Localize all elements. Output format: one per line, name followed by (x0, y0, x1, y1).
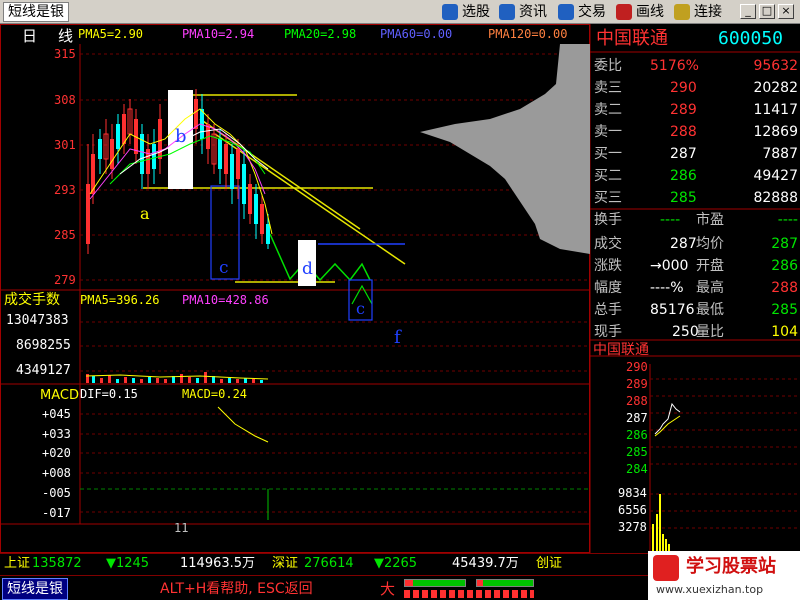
volume-tick: 4349127 (16, 363, 71, 378)
ask-row: 卖一 288 12869 (594, 124, 798, 140)
stat-row: 现手 250 量比 104 (594, 324, 798, 340)
minimize-button[interactable]: _ (740, 4, 756, 19)
watermark-title: 学习股票站 (686, 556, 776, 577)
price-tick: 293 (54, 183, 76, 197)
ask-row: 卖三 290 20282 (594, 80, 798, 96)
ma120-label: PMA120=0.00 (488, 27, 568, 41)
volume-tick: 8698255 (16, 338, 71, 353)
title-bar: 短线是银 选股 资讯 交易 画线 连接 _ □ × (0, 0, 800, 24)
wei-bi-row: 委比 5176% 95632 (594, 58, 798, 74)
market-breadth-bar (404, 590, 534, 598)
sz-index-change: ▼2265 (374, 556, 418, 571)
draw-line-icon (616, 4, 632, 20)
macd-dif-label: DIF=0.15 (80, 387, 138, 401)
help-hint: ALT+H看帮助, ESC返回 (160, 581, 313, 597)
ma60-label: PMA60=0.00 (380, 27, 453, 41)
news-icon (499, 4, 515, 20)
toolbar-connect-button[interactable]: 连接 (672, 2, 726, 22)
annotation-b: b (175, 126, 187, 147)
quote-stats: 换手 ---- 市盈 ---- 成交 287 均价 287 涨跌 →000 开盘… (590, 210, 800, 340)
stat-row: 幅度 ----% 最高 288 (594, 280, 798, 296)
connect-icon (674, 4, 690, 20)
sz-index-label[interactable]: 深证 (272, 554, 298, 574)
sh-index-change: ▼1245 (106, 556, 150, 571)
toolbar-select-stock-button[interactable]: 选股 (440, 2, 494, 22)
ma20-label: PMA20=2.98 (284, 27, 357, 41)
stock-code: 600050 (718, 28, 784, 49)
bid-row: 买二 286 49427 (594, 168, 798, 184)
mini-vol-tick: 9834 (618, 486, 647, 500)
annotation-d: d (302, 259, 313, 279)
market-big-label: 大 (380, 580, 396, 598)
toolbar-news-button[interactable]: 资讯 (497, 2, 551, 22)
annotation-c2: c (356, 299, 365, 318)
watermark-url: www.xuexizhan.top (656, 583, 764, 596)
sz-amount: 45439.7万 (452, 556, 519, 571)
order-book: 委比 5176% 95632 卖三 290 20282 卖二 289 11417… (590, 56, 800, 216)
mini-price-tick: 284 (626, 462, 648, 476)
annotation-f: f (394, 327, 401, 348)
toolbar-trade-button[interactable]: 交易 (556, 2, 610, 22)
sz-index-value: 276614 (304, 556, 354, 571)
stat-row: 换手 ---- 市盈 ---- (594, 212, 798, 228)
select-stock-icon (442, 4, 458, 20)
annotation-c: c (219, 258, 229, 278)
macd-tick: -005 (42, 486, 71, 500)
volume-ma10-label: PMA10=428.86 (182, 293, 269, 307)
maximize-button[interactable]: □ (759, 4, 775, 19)
period-label: 日 (22, 27, 38, 45)
toolbar-draw-line-button[interactable]: 画线 (614, 2, 668, 22)
market-strength-bar (404, 579, 466, 587)
price-tick: 315 (54, 47, 76, 61)
watermark-badge: 学习股票站 www.xuexizhan.top (648, 551, 800, 600)
mini-chart-title: 中国联通 (593, 342, 649, 358)
watermark-logo-icon (653, 555, 679, 581)
sh-index-label[interactable]: 上证 (4, 554, 30, 574)
bid-row: 买三 285 82888 (594, 190, 798, 206)
price-tick: 279 (54, 273, 76, 287)
annotation-a: a (140, 204, 150, 223)
stat-row: 成交 287 均价 287 (594, 236, 798, 252)
price-tick: 308 (54, 93, 76, 107)
period-label-2: 线 (58, 27, 74, 45)
mini-price-tick: 285 (626, 445, 648, 459)
macd-tick: +008 (42, 466, 71, 480)
bottom-app-label[interactable]: 短线是银 (2, 578, 68, 600)
trade-icon (558, 4, 574, 20)
volume-ma5-label: PMA5=396.26 (80, 293, 160, 307)
stat-row: 总手 85176 最低 285 (594, 302, 798, 318)
app-title: 短线是银 (3, 2, 69, 22)
ask-row: 卖二 289 11417 (594, 102, 798, 118)
volume-tick: 13047383 (6, 313, 69, 328)
stock-name: 中国联通 (596, 28, 668, 49)
date-label: 11 (174, 521, 189, 535)
macd-value-label: MACD=0.24 (182, 387, 248, 401)
mini-vol-tick: 6556 (618, 503, 647, 517)
sh-index-value: 135872 (32, 556, 82, 571)
cy-index-label[interactable]: 创证 (536, 554, 562, 574)
ma5-label: PMA5=2.90 (78, 27, 144, 41)
stat-row: 涨跌 →000 开盘 286 (594, 258, 798, 274)
mini-price-tick: 290 (626, 360, 648, 374)
volume-title: 成交手数 (4, 292, 60, 308)
bid-row: 买一 287 7887 (594, 146, 798, 162)
price-tick: 285 (54, 228, 76, 242)
mini-price-tick: 289 (626, 377, 648, 391)
close-button[interactable]: × (778, 4, 794, 19)
macd-tick: -017 (42, 506, 71, 520)
macd-tick: +020 (42, 446, 71, 460)
macd-tick: +033 (42, 427, 71, 441)
ma10-label: PMA10=2.94 (182, 27, 255, 41)
macd-title: MACD (40, 388, 79, 403)
macd-tick: +045 (42, 407, 71, 421)
mini-price-tick: 286 (626, 428, 648, 442)
sh-amount: 114963.5万 (180, 556, 256, 571)
quote-header: 中国联通 600050 (592, 26, 800, 52)
market-strength-bar (476, 579, 534, 587)
price-tick: 301 (54, 138, 76, 152)
mini-vol-tick: 3278 (618, 520, 647, 534)
mini-price-tick: 287 (626, 411, 648, 425)
mini-price-tick: 288 (626, 394, 648, 408)
